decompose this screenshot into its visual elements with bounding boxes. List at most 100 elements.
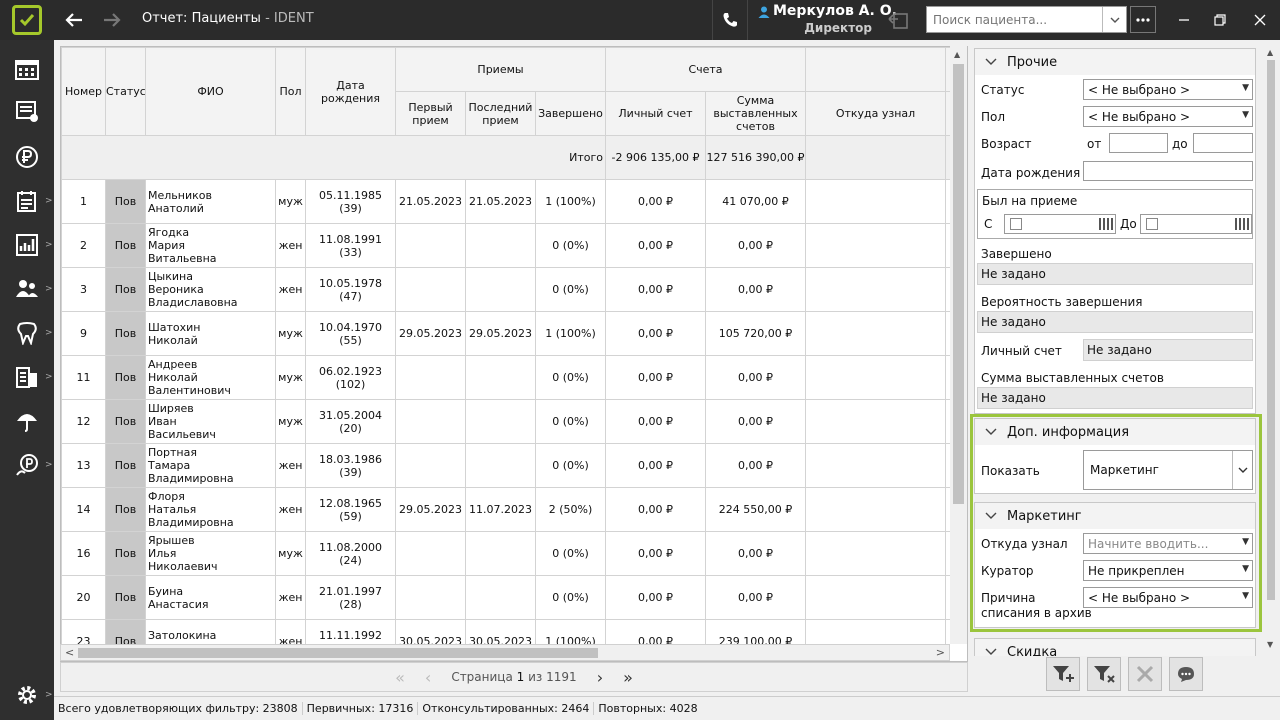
prev-page-icon[interactable]: ‹: [425, 668, 431, 687]
documents-expand-icon[interactable]: >: [45, 196, 53, 206]
table-row[interactable]: 16 Пов Ярышев Илья Николаевич муж 11.08.2000 (…: [61, 531, 967, 576]
collapse-chevron-icon[interactable]: [985, 428, 997, 436]
lab-expand-icon[interactable]: >: [45, 372, 53, 382]
visit-to-date-input[interactable]: [1140, 214, 1252, 234]
source-chevron-icon[interactable]: ▼: [1242, 537, 1249, 547]
hscroll-thumb[interactable]: [78, 648, 598, 658]
table-row[interactable]: 2 Пов Ягодка Мария Витальевна жен 11.08.1991 (…: [61, 223, 967, 268]
documents-icon[interactable]: [14, 188, 40, 214]
app-logo-icon[interactable]: [12, 5, 42, 35]
completed-range[interactable]: Не задано: [977, 263, 1253, 285]
header-birth-date[interactable]: Дата рождения: [305, 47, 396, 136]
table-row[interactable]: 13 Пов Портная Тамара Владимировна жен 18.03.1…: [61, 443, 967, 488]
header-source[interactable]: Откуда узнал: [805, 91, 947, 136]
table-row[interactable]: 14 Пов Флоря Наталья Владимировна жен 12.08.19…: [61, 487, 967, 532]
visit-from-calendar-icon[interactable]: [1099, 218, 1113, 230]
reports-icon[interactable]: [14, 232, 40, 258]
age-from-input[interactable]: [1109, 133, 1168, 153]
close-icon[interactable]: [1248, 8, 1272, 32]
personal-account-range[interactable]: Не задано: [1083, 339, 1253, 361]
patients-expand-icon[interactable]: >: [45, 284, 53, 294]
panel-scroll-up-icon[interactable]: ▲: [1267, 48, 1273, 57]
visit-from-checkbox[interactable]: [1010, 218, 1022, 230]
total-invoiced: 127 516 390,00 ₽: [704, 135, 807, 180]
payments-ruble-icon[interactable]: [14, 452, 40, 478]
visit-to-checkbox[interactable]: [1146, 218, 1158, 230]
table-row[interactable]: 9 Пов Шатохин Николай муж 10.04.1970 (55) 29.0…: [61, 311, 967, 356]
probability-range[interactable]: Не задано: [977, 311, 1253, 333]
table-vertical-scrollbar[interactable]: ▲: [950, 46, 967, 644]
header-completed[interactable]: Завершено: [535, 91, 606, 136]
user-name[interactable]: Меркулов А. О.: [773, 3, 897, 19]
apply-filter-button[interactable]: [1046, 657, 1080, 691]
hscroll-left-arrow-icon[interactable]: <: [65, 646, 74, 659]
tooth-expand-icon[interactable]: >: [45, 328, 53, 338]
marketing-header[interactable]: Маркетинг: [975, 503, 1255, 529]
table-row[interactable]: 12 Пов Ширяев Иван Васильевич муж 31.05.2004 (…: [61, 399, 967, 444]
search-dropdown-chevron-icon[interactable]: [1102, 7, 1126, 32]
panel-scroll-thumb[interactable]: [1267, 60, 1275, 600]
reset-filter-button[interactable]: [1087, 657, 1121, 691]
settings-expand-icon[interactable]: >: [45, 690, 53, 700]
header-first-visit[interactable]: Первый прием: [395, 91, 466, 136]
panel-scroll-down-icon[interactable]: ▼: [1267, 640, 1273, 649]
header-number[interactable]: Номер: [61, 47, 106, 136]
patient-search-box[interactable]: [926, 6, 1127, 33]
invoiced-sum-range[interactable]: Не задано: [977, 387, 1253, 409]
lab-icon[interactable]: [14, 364, 40, 390]
source-combobox[interactable]: Начните вводить... ▼: [1083, 533, 1253, 554]
header-sex[interactable]: Пол: [275, 47, 306, 136]
table-row[interactable]: 20 Пов Буина Анастасия жен 21.01.1997 (28) 0 (…: [61, 575, 967, 620]
curator-select[interactable]: Не прикреплен ▼: [1083, 560, 1253, 581]
panel-vertical-scrollbar[interactable]: ▲ ▼: [1264, 46, 1278, 656]
header-status[interactable]: Статус: [105, 47, 146, 136]
header-fio[interactable]: ФИО: [145, 47, 276, 136]
restore-icon[interactable]: [1208, 8, 1232, 32]
last-page-icon[interactable]: »: [623, 668, 633, 687]
visit-to-calendar-icon[interactable]: [1235, 218, 1249, 230]
table-horizontal-scrollbar[interactable]: < >: [60, 644, 950, 661]
back-arrow-icon[interactable]: [62, 8, 86, 32]
sex-select[interactable]: < Не выбрано > ▼: [1083, 106, 1253, 127]
collapse-chevron-icon[interactable]: [985, 512, 997, 520]
discount-header[interactable]: Скидка: [975, 639, 1255, 656]
vscroll-up-arrow-icon[interactable]: ▲: [954, 50, 960, 59]
next-page-icon[interactable]: ›: [597, 668, 603, 687]
header-last-visit[interactable]: Последний прием: [465, 91, 536, 136]
status-select[interactable]: < Не выбрано > ▼: [1083, 79, 1253, 100]
finance-ruble-icon[interactable]: [14, 144, 40, 170]
table-row[interactable]: 1 Пов Мельников Анатолий муж 05.11.1985 (39) 2…: [61, 179, 967, 224]
tasks-icon[interactable]: [14, 98, 40, 124]
forward-arrow-icon[interactable]: [100, 8, 124, 32]
table-row[interactable]: 11 Пов Андреев Николай Валентинович муж 06.02.…: [61, 355, 967, 400]
extra-info-header[interactable]: Доп. информация: [975, 419, 1255, 445]
vscroll-thumb[interactable]: [953, 64, 964, 504]
hscroll-right-arrow-icon[interactable]: >: [936, 646, 945, 659]
insurance-umbrella-icon[interactable]: [14, 408, 40, 434]
schedule-icon[interactable]: [14, 56, 40, 82]
collapse-chevron-icon[interactable]: [985, 58, 997, 66]
visit-from-date-input[interactable]: [1004, 214, 1116, 234]
minimize-icon[interactable]: [1172, 8, 1196, 32]
phone-icon[interactable]: [712, 0, 748, 40]
patients-icon[interactable]: [14, 276, 40, 302]
table-row[interactable]: 3 Пов Цыкина Вероника Владиславовна жен 10.05.…: [61, 267, 967, 312]
settings-gear-icon[interactable]: [14, 682, 40, 708]
history-icon[interactable]: [884, 8, 912, 32]
tooth-icon[interactable]: [14, 320, 40, 346]
collapse-chevron-icon[interactable]: [985, 648, 997, 656]
reports-expand-icon[interactable]: >: [45, 240, 53, 250]
excel-export-button[interactable]: [1128, 657, 1162, 691]
header-invoiced-sum[interactable]: Сумма выставленных счетов: [704, 91, 807, 136]
patient-search-input[interactable]: [927, 7, 1103, 32]
message-button[interactable]: [1169, 657, 1203, 691]
first-page-icon[interactable]: «: [395, 668, 405, 687]
archive-reason-select[interactable]: < Не выбрано > ▼: [1083, 587, 1253, 608]
header-personal-account[interactable]: Личный счет: [605, 91, 706, 136]
birth-date-input[interactable]: [1083, 161, 1253, 181]
other-section-header[interactable]: Прочие: [975, 49, 1255, 75]
payments-expand-icon[interactable]: >: [45, 460, 53, 470]
show-select[interactable]: Маркетинг: [1083, 450, 1253, 490]
age-to-input[interactable]: [1193, 133, 1253, 153]
more-menu-icon[interactable]: [1130, 6, 1156, 33]
